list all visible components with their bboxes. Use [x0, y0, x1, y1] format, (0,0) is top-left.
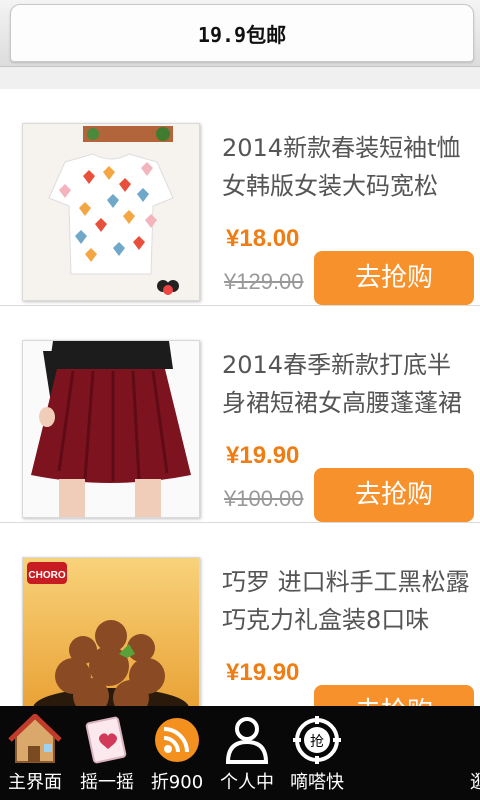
tab-zhe900-label: 折900	[150, 772, 204, 793]
tab-grab[interactable]: 抢 嘀嗒快	[282, 706, 352, 800]
product-original-price: ¥129.00	[224, 269, 304, 294]
product-image-skirt[interactable]	[22, 340, 200, 518]
buy-button[interactable]: 去抢购	[314, 468, 474, 522]
buy-button[interactable]: 去抢购	[314, 251, 474, 305]
product-title[interactable]: 巧罗 进口料手工黑松露巧克力礼盒装8口味	[222, 563, 472, 639]
product-item[interactable]: 2014新款春装短袖t恤女韩版女装大码宽松 ¥18.00 ¥129.00 去抢购	[0, 89, 480, 306]
home-icon	[8, 714, 62, 763]
tab-more[interactable]: 逛	[452, 706, 480, 800]
product-image-chocolate[interactable]: CHORO	[22, 557, 200, 707]
header-tab[interactable]: 19.9包邮	[10, 4, 474, 62]
page-title: 19.9包邮	[197, 23, 287, 47]
person-icon	[225, 717, 269, 764]
header-bar: 19.9包邮	[0, 0, 480, 66]
product-image-tshirt[interactable]	[22, 123, 200, 301]
grab-icon: 抢	[293, 716, 341, 764]
product-list[interactable]: 2014新款春装短袖t恤女韩版女装大码宽松 ¥18.00 ¥129.00 去抢购…	[0, 66, 480, 707]
product-item[interactable]: 2014春季新款打底半身裙短裙女高腰蓬蓬裙 ¥19.90 ¥100.00 去抢购	[0, 306, 480, 523]
tab-shake-label: 摇一摇	[80, 772, 134, 793]
product-price: ¥18.00	[226, 225, 300, 252]
rss-icon	[155, 718, 199, 762]
brand-logo-text: CHORO	[28, 570, 65, 581]
svg-text:抢: 抢	[310, 733, 324, 750]
tab-home-label: 主界面	[8, 772, 62, 793]
buy-button[interactable]: 去抢购	[314, 685, 474, 707]
tab-grab-label: 嘀嗒快	[290, 772, 344, 793]
tab-profile-label: 个人中	[220, 772, 274, 793]
tab-zhe900[interactable]: 折900	[142, 706, 212, 800]
product-original-price: ¥100.00	[224, 486, 304, 511]
product-title[interactable]: 2014春季新款打底半身裙短裙女高腰蓬蓬裙	[222, 346, 472, 422]
shake-card-icon	[85, 716, 127, 764]
product-price: ¥19.90	[226, 442, 300, 469]
tab-shake[interactable]: 摇一摇	[72, 706, 142, 800]
tab-profile[interactable]: 个人中	[212, 706, 282, 800]
product-title[interactable]: 2014新款春装短袖t恤女韩版女装大码宽松	[222, 129, 472, 205]
bottom-tab-bar: 主界面 摇一摇 折900 个人中 抢 嘀嗒快 逛	[0, 706, 480, 800]
product-item[interactable]: CHORO 巧罗 进口料手工黑松露巧克力礼盒装8口味 ¥19.90 去抢购	[0, 523, 480, 707]
tab-more-label: 逛	[470, 772, 480, 793]
tab-home[interactable]: 主界面	[0, 706, 70, 800]
product-price: ¥19.90	[226, 659, 300, 686]
